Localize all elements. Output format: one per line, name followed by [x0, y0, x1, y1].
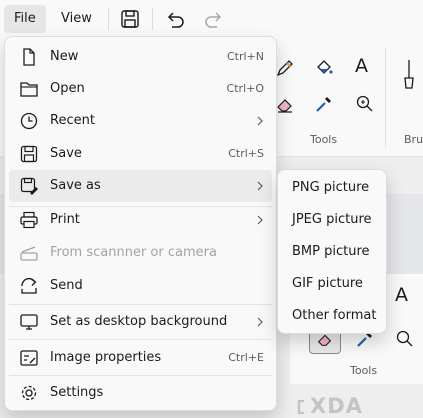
- menu-item-label: Save as: [50, 178, 101, 193]
- chevron-right-icon: [257, 215, 263, 225]
- chevron-right-icon: [257, 116, 263, 126]
- save-icon: [20, 145, 38, 163]
- menu-item-label: New: [50, 49, 79, 64]
- shortcut-label: Ctrl+S: [228, 147, 264, 160]
- menu-item-print[interactable]: Print: [9, 204, 272, 236]
- fill-bucket-icon[interactable]: [313, 57, 335, 79]
- menu-item-label: Print: [50, 212, 80, 227]
- toolbar-divider: [108, 8, 109, 30]
- menu-item-label: Send: [50, 278, 83, 293]
- undo-icon[interactable]: [164, 8, 186, 30]
- image-properties-icon: [20, 350, 38, 366]
- menu-item-send[interactable]: Send: [9, 270, 272, 302]
- brush-icon[interactable]: [397, 58, 423, 92]
- menu-item-label: Settings: [50, 385, 104, 400]
- menu-item-label: Save: [50, 146, 82, 161]
- submenu-item-png[interactable]: PNG picture: [282, 172, 382, 204]
- brushes-group-label: Bru: [404, 133, 423, 146]
- menu-item-from-scanner: From scannner or camera: [9, 237, 272, 269]
- menu-item-save[interactable]: Save Ctrl+S: [9, 138, 272, 170]
- menu-item-label: Set as desktop background: [50, 314, 228, 329]
- menu-item-open[interactable]: Open Ctrl+O: [9, 73, 272, 105]
- menu-separator: [9, 375, 272, 376]
- menu-item-save-as[interactable]: Save as: [9, 170, 272, 202]
- chevron-right-icon: [257, 317, 263, 327]
- new-file-icon: [23, 48, 35, 66]
- watermark-bracket-icon: [297, 400, 304, 414]
- clock-icon: [20, 112, 38, 130]
- color-picker-icon[interactable]: [313, 93, 335, 115]
- printer-icon: [20, 211, 38, 229]
- file-menu: New Ctrl+N Open Ctrl+O Recent Save Ctrl+…: [4, 36, 277, 411]
- text-tool-icon-lower[interactable]: A: [395, 284, 408, 306]
- ribbon-divider: [385, 48, 386, 148]
- submenu-item-jpeg[interactable]: JPEG picture: [282, 204, 382, 236]
- tools-group-label: Tools: [310, 133, 338, 146]
- menu-bar: File View: [0, 0, 423, 38]
- menu-item-label: From scannner or camera: [50, 245, 217, 260]
- file-menu-button[interactable]: File: [4, 5, 46, 33]
- save-as-icon: [20, 177, 38, 195]
- toolbar-divider: [152, 8, 153, 30]
- view-menu-button[interactable]: View: [51, 5, 102, 33]
- menu-item-label: Recent: [50, 113, 95, 128]
- pencil-icon[interactable]: [274, 57, 296, 79]
- menu-item-new[interactable]: New Ctrl+N: [9, 41, 272, 73]
- watermark-logo: XDA: [310, 394, 363, 418]
- folder-icon: [20, 82, 38, 97]
- desktop-icon: [20, 314, 38, 330]
- chevron-right-icon: [257, 181, 263, 191]
- menu-item-settings[interactable]: Settings: [9, 377, 272, 409]
- magnifier-icon-lower[interactable]: [394, 328, 416, 350]
- menu-item-label: Open: [50, 81, 85, 96]
- tools-group-label-lower: Tools: [350, 364, 378, 377]
- submenu-item-gif[interactable]: GIF picture: [282, 268, 382, 300]
- save-icon[interactable]: [119, 8, 141, 30]
- menu-item-recent[interactable]: Recent: [9, 105, 272, 137]
- shortcut-label: Ctrl+N: [226, 50, 264, 63]
- menu-separator: [9, 339, 272, 340]
- gear-icon: [21, 385, 37, 401]
- submenu-item-bmp[interactable]: BMP picture: [282, 236, 382, 268]
- text-tool-icon[interactable]: A: [355, 55, 368, 77]
- shortcut-label: Ctrl+O: [226, 82, 264, 95]
- menu-separator: [9, 304, 272, 305]
- submenu-item-other-format[interactable]: Other format: [282, 300, 382, 332]
- shortcut-label: Ctrl+E: [228, 351, 264, 364]
- menu-item-label: Image properties: [50, 350, 162, 365]
- redo-icon[interactable]: [203, 8, 225, 30]
- menu-item-set-desktop-background[interactable]: Set as desktop background: [9, 306, 272, 338]
- menu-item-image-properties[interactable]: Image properties Ctrl+E: [9, 342, 272, 374]
- magnifier-icon[interactable]: [354, 93, 376, 115]
- save-as-submenu: PNG picture JPEG picture BMP picture GIF…: [277, 169, 387, 334]
- eraser-icon[interactable]: [274, 93, 296, 115]
- scanner-icon: [20, 246, 38, 261]
- send-icon: [21, 278, 37, 294]
